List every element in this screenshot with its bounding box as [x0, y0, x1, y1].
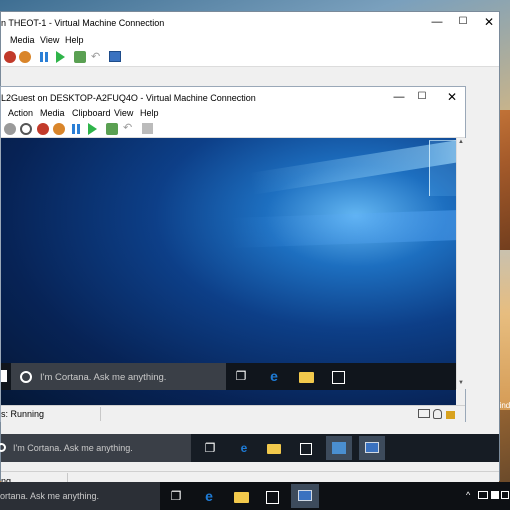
vm-connect-icon: [298, 490, 312, 501]
scroll-up-icon[interactable]: ▲: [458, 139, 464, 145]
outer-vm-taskbar: I'm Cortana. Ask me anything. ❐ e: [0, 434, 499, 462]
pause-icon[interactable]: [71, 123, 81, 135]
cortana-icon: [0, 443, 6, 452]
task-view-icon[interactable]: ❐: [165, 487, 187, 505]
task-view-icon[interactable]: ❐: [230, 367, 252, 385]
ctrl-alt-del-icon[interactable]: [4, 123, 16, 135]
inner-vm-taskbar: I'm Cortana. Ask me anything. ❐ e: [1, 363, 456, 390]
inner-menu-media[interactable]: Media: [40, 108, 65, 118]
inner-vm-window: L2Guest on DESKTOP-A2FUQ4O - Virtual Mac…: [0, 86, 466, 422]
outer-cortana-search[interactable]: I'm Cortana. Ask me anything.: [0, 434, 191, 462]
shutdown-icon[interactable]: [19, 51, 31, 63]
turn-off-icon[interactable]: [37, 123, 49, 135]
vm-connect-icon: [365, 442, 379, 453]
status-divider: [100, 407, 101, 421]
hyperv-manager-button[interactable]: [326, 436, 352, 460]
inner-menubar: Action Media Clipboard View Help: [1, 107, 465, 121]
inner-cortana-search[interactable]: I'm Cortana. Ask me anything.: [11, 363, 226, 390]
file-explorer-icon[interactable]: [299, 372, 314, 383]
host-cortana-search[interactable]: ortana. Ask me anything.: [0, 482, 160, 510]
outer-menu-view[interactable]: View: [40, 35, 59, 45]
show-hidden-icons[interactable]: ^: [466, 490, 470, 500]
inner-toolbar: ↶: [1, 121, 465, 138]
outer-titlebar[interactable]: n THEOT-1 - Virtual Machine Connection —…: [1, 12, 499, 34]
outer-close-button[interactable]: ✕: [481, 14, 497, 30]
turn-off-icon[interactable]: [4, 51, 16, 63]
host-cortana-placeholder: ortana. Ask me anything.: [0, 491, 100, 501]
store-icon[interactable]: [266, 491, 279, 504]
outer-menubar: Media View Help: [1, 34, 499, 48]
store-icon[interactable]: [332, 371, 345, 384]
mouse-icon: [433, 409, 442, 419]
vm-connection-button[interactable]: [291, 484, 319, 508]
hyperv-icon: [332, 442, 346, 454]
file-explorer-icon[interactable]: [267, 444, 281, 454]
keyboard-icon: [418, 409, 430, 418]
outer-maximize-button[interactable]: ☐: [455, 14, 471, 30]
host-taskbar: ortana. Ask me anything. ❐ e ^: [0, 482, 510, 510]
inner-cortana-placeholder: I'm Cortana. Ask me anything.: [40, 372, 167, 383]
inner-menu-help[interactable]: Help: [140, 108, 159, 118]
inner-window-title: L2Guest on DESKTOP-A2FUQ4O - Virtual Mac…: [1, 93, 256, 103]
settings-icon[interactable]: [142, 123, 153, 134]
file-explorer-icon[interactable]: [234, 492, 249, 503]
inner-status-text: s: Running: [1, 409, 45, 419]
inner-vertical-scrollbar[interactable]: ▲ ▼: [456, 138, 466, 389]
edge-icon[interactable]: e: [263, 367, 285, 385]
revert-icon[interactable]: ↶: [91, 50, 100, 63]
pause-icon[interactable]: [39, 51, 49, 63]
enhanced-session-icon[interactable]: [109, 51, 121, 62]
scroll-down-icon[interactable]: ▼: [458, 380, 464, 386]
inner-maximize-button[interactable]: ☐: [414, 89, 430, 105]
store-icon[interactable]: [300, 443, 312, 455]
checkpoint-icon[interactable]: [74, 51, 86, 63]
outer-window-title: n THEOT-1 - Virtual Machine Connection: [1, 18, 165, 28]
start-icon[interactable]: [56, 51, 65, 63]
volume-icon[interactable]: [491, 491, 499, 499]
inner-statusbar: s: Running: [1, 405, 465, 422]
vm-connection-button[interactable]: [359, 436, 385, 460]
outer-minimize-button[interactable]: —: [429, 14, 445, 30]
inner-minimize-button[interactable]: —: [391, 89, 407, 105]
windows-logo-pane: [429, 140, 456, 196]
inner-vm-screen[interactable]: I'm Cortana. Ask me anything. ❐ e: [1, 138, 456, 416]
stop-icon[interactable]: [20, 123, 32, 135]
network-icon[interactable]: [478, 491, 488, 499]
shutdown-icon[interactable]: [53, 123, 65, 135]
lock-icon: [446, 411, 455, 419]
notification-icon[interactable]: [501, 491, 509, 499]
start-button[interactable]: [1, 370, 7, 382]
cortana-icon: [20, 371, 32, 383]
outer-menu-help[interactable]: Help: [65, 35, 84, 45]
outer-cortana-placeholder: I'm Cortana. Ask me anything.: [13, 443, 133, 453]
inner-menu-view[interactable]: View: [114, 108, 133, 118]
wallpaper-light-beam: [230, 208, 456, 248]
task-view-icon[interactable]: ❐: [199, 439, 221, 457]
inner-close-button[interactable]: ✕: [444, 89, 460, 105]
edge-icon[interactable]: e: [198, 487, 220, 505]
inner-menu-clipboard[interactable]: Clipboard: [72, 108, 111, 118]
outer-menu-media[interactable]: Media: [10, 35, 35, 45]
wallpaper-light-beam: [249, 138, 456, 195]
edge-icon[interactable]: e: [233, 439, 255, 457]
inner-menu-action[interactable]: Action: [8, 108, 33, 118]
inner-titlebar[interactable]: L2Guest on DESKTOP-A2FUQ4O - Virtual Mac…: [1, 87, 465, 107]
checkpoint-icon[interactable]: [106, 123, 118, 135]
outer-toolbar: ↶: [1, 48, 499, 67]
start-icon[interactable]: [88, 123, 97, 135]
revert-icon[interactable]: ↶: [123, 121, 132, 134]
